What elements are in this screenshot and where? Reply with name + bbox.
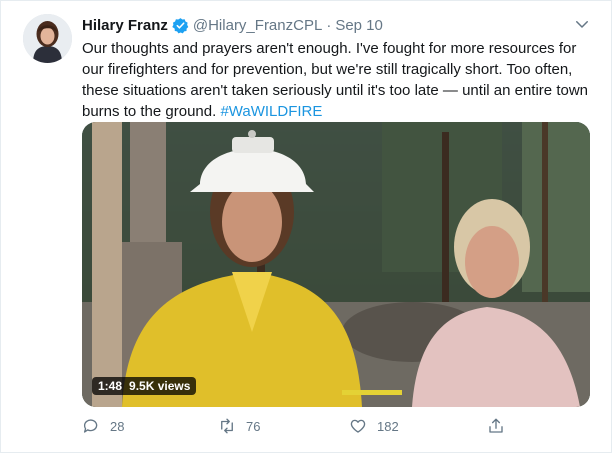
video-thumbnail xyxy=(82,122,590,407)
header-separator: · xyxy=(326,16,332,34)
tweet-text: Our thoughts and prayers aren't enough. … xyxy=(82,38,597,122)
tweet-card[interactable]: Hilary Franz @Hilary_FranzCPL · Sep 10 O… xyxy=(0,0,612,453)
tweet-date[interactable]: Sep 10 xyxy=(335,17,383,34)
video-player[interactable]: 1:48 9.5K views xyxy=(82,122,590,407)
reply-count: 28 xyxy=(110,418,125,434)
retweet-count: 76 xyxy=(246,418,261,434)
avatar[interactable] xyxy=(23,14,72,63)
hashtag-link[interactable]: #WaWILDFIRE xyxy=(220,103,322,120)
retweet-button[interactable]: 76 xyxy=(218,417,260,435)
tweet-text-main: Our thoughts and prayers aren't enough. … xyxy=(82,40,589,120)
like-icon xyxy=(350,419,366,433)
share-button[interactable] xyxy=(487,417,505,435)
chevron-down-icon[interactable] xyxy=(573,15,591,33)
retweet-icon xyxy=(221,418,233,434)
verified-badge-icon xyxy=(172,17,189,34)
like-count: 182 xyxy=(377,418,399,434)
author-handle[interactable]: @Hilary_FranzCPL xyxy=(193,17,322,34)
tweet-header: Hilary Franz @Hilary_FranzCPL · Sep 10 xyxy=(82,15,591,35)
tweet-actions: 28 76 182 xyxy=(82,417,512,439)
video-views: 9.5K views xyxy=(129,379,191,393)
video-duration-badge: 1:48 9.5K views xyxy=(92,377,197,395)
reply-button[interactable]: 28 xyxy=(82,417,124,435)
share-icon xyxy=(489,418,503,433)
reply-icon xyxy=(83,419,98,433)
author-name[interactable]: Hilary Franz xyxy=(82,17,168,34)
video-duration: 1:48 xyxy=(98,379,123,393)
like-button[interactable]: 182 xyxy=(349,417,399,435)
